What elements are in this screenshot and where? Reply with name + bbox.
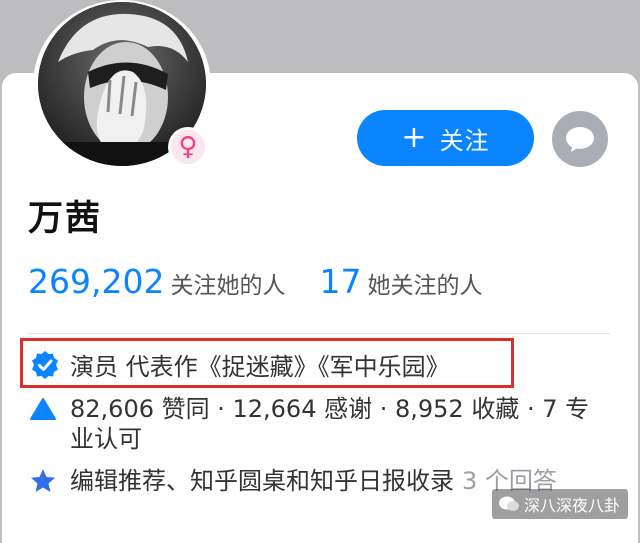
message-button[interactable] — [552, 111, 608, 167]
following-label[interactable]: 她关注的人 — [367, 266, 482, 300]
wechat-icon — [499, 496, 519, 511]
achievements-row: 82,606 赞同 · 12,664 感谢 · 8,952 收藏 · 7 专业认… — [28, 394, 613, 454]
follow-button[interactable]: + 关注 — [357, 110, 534, 166]
watermark: 深八深夜八卦 — [492, 489, 629, 519]
followers-label[interactable]: 关注她的人 — [170, 266, 285, 300]
followers-count[interactable]: 269,202 — [28, 262, 164, 301]
star-icon — [31, 469, 55, 492]
triangle-icon — [30, 398, 56, 420]
gender-badge: ♀ — [168, 127, 208, 167]
recommendation-row: 编辑推荐、知乎圆桌和知乎日报收录 3 个回答 — [28, 466, 557, 496]
verified-badge-icon — [32, 350, 58, 379]
female-icon: ♀ — [171, 130, 205, 164]
stats-row: 269,202 关注她的人 17 她关注的人 — [28, 262, 482, 301]
profile-name: 万茜 — [28, 199, 103, 239]
chat-bubble-icon — [566, 127, 594, 152]
verification-row: 演员 代表作《捉迷藏》《军中乐园》 — [30, 347, 450, 382]
follow-button-label: 关注 — [439, 126, 490, 155]
achievements-text: 82,606 赞同 · 12,664 感谢 · 8,952 收藏 · 7 专业认… — [70, 395, 590, 453]
recommendation-text: 编辑推荐、知乎圆桌和知乎日报收录 — [70, 467, 454, 495]
watermark-text: 深八深夜八卦 — [524, 496, 621, 515]
verification-text: 演员 代表作《捉迷藏》《军中乐园》 — [70, 353, 450, 381]
divider — [28, 333, 610, 334]
plus-icon: + — [401, 120, 428, 155]
following-count[interactable]: 17 — [319, 262, 361, 301]
